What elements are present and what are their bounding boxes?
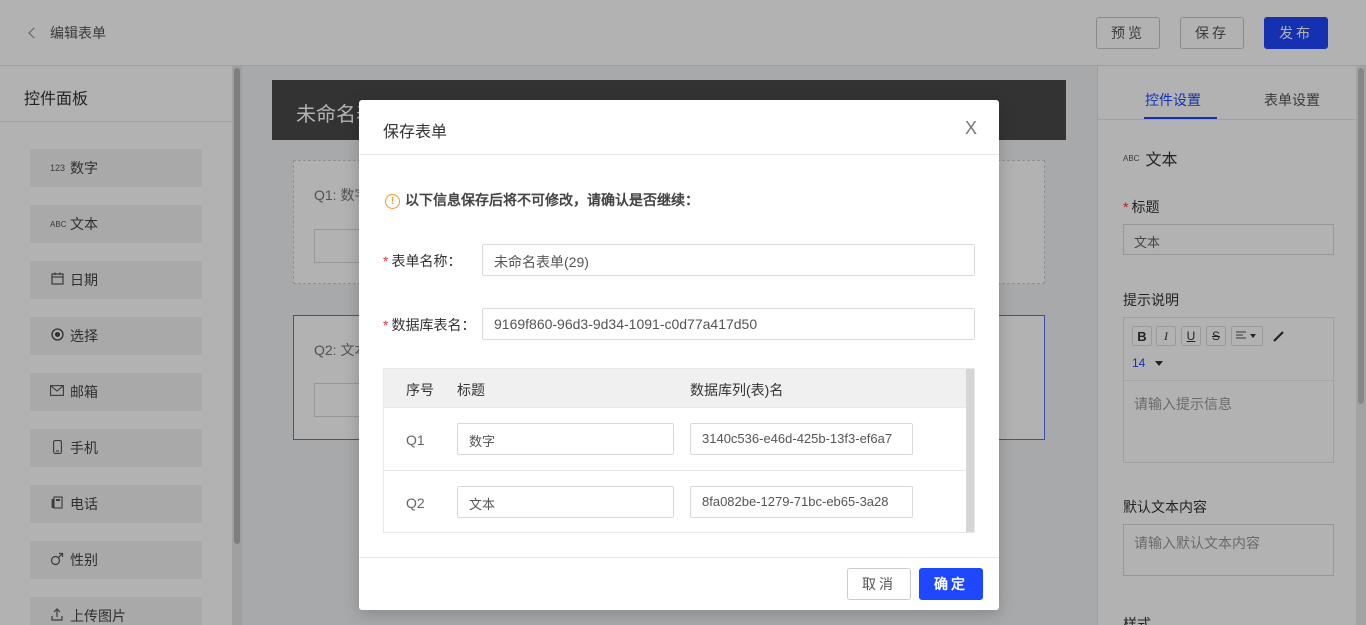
column-header: 标题 [457, 382, 485, 398]
divider [359, 557, 999, 558]
dialog-title: 保存表单 [383, 124, 448, 141]
warning-icon: ! [385, 193, 400, 209]
table-row: Q2 文本 8fa082be-1279-71bc-eb65-3a28 [384, 470, 974, 532]
column-header: 序号 [406, 382, 434, 398]
required-mark: * [383, 317, 389, 333]
form-name-label: * 表单名称： [383, 251, 461, 271]
db-table-name-input[interactable]: 9169f860-96d3-9d34-1091-c0d77a417d50 [482, 308, 975, 340]
form-name-label-text: 表单名称： [391, 253, 462, 269]
warning-text: 以下信息保存后将不可修改，请确认是否继续： [405, 192, 699, 208]
table-row: Q1 数字 3140c536-e46d-425b-13f3-ef6a7 [384, 407, 974, 470]
table-header: 序号 标题 数据库列(表)名 [384, 369, 974, 407]
db-table-name-label-text: 数据库表名： [391, 317, 476, 333]
table-scrollbar[interactable] [966, 369, 974, 532]
row-title-input[interactable]: 文本 [457, 486, 674, 518]
column-header: 数据库列(表)名 [690, 382, 784, 398]
confirm-button[interactable]: 确定 [919, 568, 983, 600]
row-title-input[interactable]: 数字 [457, 423, 674, 455]
row-number: Q2 [406, 495, 425, 511]
db-table-name-label: * 数据库表名： [383, 315, 475, 335]
form-name-input[interactable]: 未命名表单(29) [482, 244, 975, 276]
row-number: Q1 [406, 432, 425, 448]
field-mapping-table: 序号 标题 数据库列(表)名 Q1 数字 3140c536-e46d-425b-… [383, 368, 975, 533]
save-form-dialog: 保存表单 X ! 以下信息保存后将不可修改，请确认是否继续： * 表单名称： 未命… [359, 100, 999, 610]
warning-message: ! 以下信息保存后将不可修改，请确认是否继续： [385, 190, 699, 210]
row-column-name-input[interactable]: 8fa082be-1279-71bc-eb65-3a28 [690, 486, 913, 518]
close-icon[interactable]: X [961, 118, 981, 138]
divider [359, 154, 999, 155]
cancel-button[interactable]: 取消 [847, 568, 911, 600]
row-column-name-input[interactable]: 3140c536-e46d-425b-13f3-ef6a7 [690, 423, 913, 455]
required-mark: * [383, 253, 389, 269]
